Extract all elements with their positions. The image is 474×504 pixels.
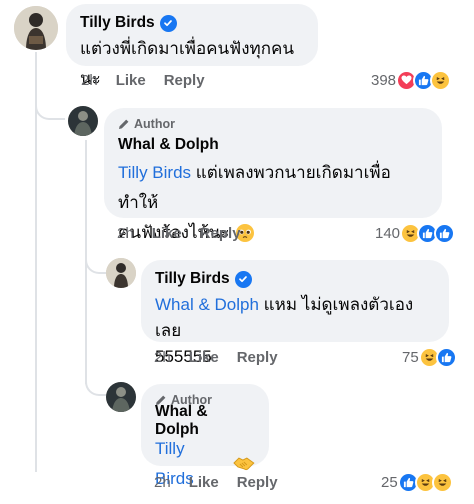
reaction-summary[interactable]: 75: [402, 346, 457, 368]
comment-actions: 2h Like Reply: [117, 223, 259, 243]
like-button[interactable]: Like: [152, 225, 182, 242]
haha-reaction-icon: [431, 471, 453, 493]
like-button[interactable]: Like: [189, 474, 219, 491]
reaction-count: 398: [371, 71, 397, 89]
author-name[interactable]: Whal & Dolph: [118, 136, 219, 154]
verified-badge-icon: [234, 270, 252, 288]
reply-button[interactable]: Reply: [237, 349, 278, 366]
author-tag-label: Author: [134, 117, 175, 131]
reply-button[interactable]: Reply: [200, 225, 241, 242]
like-button[interactable]: Like: [116, 72, 146, 89]
like-reaction-icon: [434, 222, 456, 244]
comment-bubble: Tilly Birds Whal & Dolph แหม ไม่ดูเพลงตั…: [141, 260, 449, 366]
reaction-count: 75: [402, 348, 419, 366]
reaction-count: 140: [375, 224, 401, 242]
mention-link[interactable]: Whal & Dolph: [155, 295, 259, 314]
avatar-image: [106, 258, 136, 288]
avatar-tilly-birds[interactable]: [106, 258, 136, 288]
thread-elbow-reply-1: [35, 98, 65, 120]
reaction-summary[interactable]: 140: [375, 222, 456, 244]
author-tag: Author: [118, 116, 428, 132]
comment-bubble: Tilly Birds แต่วงพี่เกิดมาเพื่อคนฟังทุกค…: [66, 4, 318, 88]
reply-button[interactable]: Reply: [164, 72, 205, 89]
author-name[interactable]: Tilly Birds: [80, 14, 155, 32]
reaction-count: 25: [381, 473, 398, 491]
comment-author[interactable]: Tilly Birds: [155, 268, 435, 290]
timestamp[interactable]: 2h: [117, 225, 134, 242]
haha-reaction-icon: [430, 69, 452, 91]
avatar-tilly-birds[interactable]: [14, 6, 58, 50]
thread-line-main: [35, 52, 37, 472]
thread-elbow-reply-2: [85, 252, 107, 274]
reaction-summary[interactable]: 398: [371, 69, 452, 91]
pencil-icon: [119, 119, 129, 129]
comment-text: Whal & Dolph แหม ไม่ดูเพลงตัวเองเลย: [155, 292, 435, 344]
handshake-emoji-icon: [233, 457, 255, 471]
comment-bubble: Author Whal & Dolph Tilly Birds: [141, 384, 269, 488]
reaction-summary[interactable]: 25: [381, 471, 453, 493]
reply-button[interactable]: Reply: [237, 474, 278, 491]
comment-actions: 2h Like Reply: [81, 70, 223, 90]
timestamp[interactable]: 2h: [154, 474, 171, 491]
comment-text: Tilly Birds แต่เพลงพวกนายเกิดมาเพื่อทำให…: [118, 158, 428, 218]
timestamp[interactable]: 2h: [81, 72, 98, 89]
comment-bubble: Author Whal & Dolph Tilly Birds แต่เพลงพ…: [104, 108, 442, 242]
comment-author[interactable]: Tilly Birds: [80, 12, 304, 34]
avatar-image: [68, 106, 98, 136]
verified-badge-icon: [159, 14, 177, 32]
thread-elbow-reply-3: [85, 372, 107, 396]
timestamp[interactable]: 2h: [154, 349, 171, 366]
like-button[interactable]: Like: [189, 349, 219, 366]
avatar-whal-dolph[interactable]: [106, 382, 136, 412]
avatar-whal-dolph[interactable]: [68, 106, 98, 136]
mention-link[interactable]: Tilly Birds: [118, 163, 191, 182]
avatar-image: [14, 6, 58, 50]
author-name[interactable]: Tilly Birds: [155, 270, 230, 288]
avatar-image: [106, 382, 136, 412]
comment-author[interactable]: Whal & Dolph: [118, 134, 428, 156]
comment-actions: 2h Like Reply: [154, 347, 296, 367]
comment-actions: 2h Like Reply: [154, 472, 296, 492]
comment-author[interactable]: Whal & Dolph: [155, 403, 255, 438]
like-reaction-icon: [435, 346, 457, 368]
